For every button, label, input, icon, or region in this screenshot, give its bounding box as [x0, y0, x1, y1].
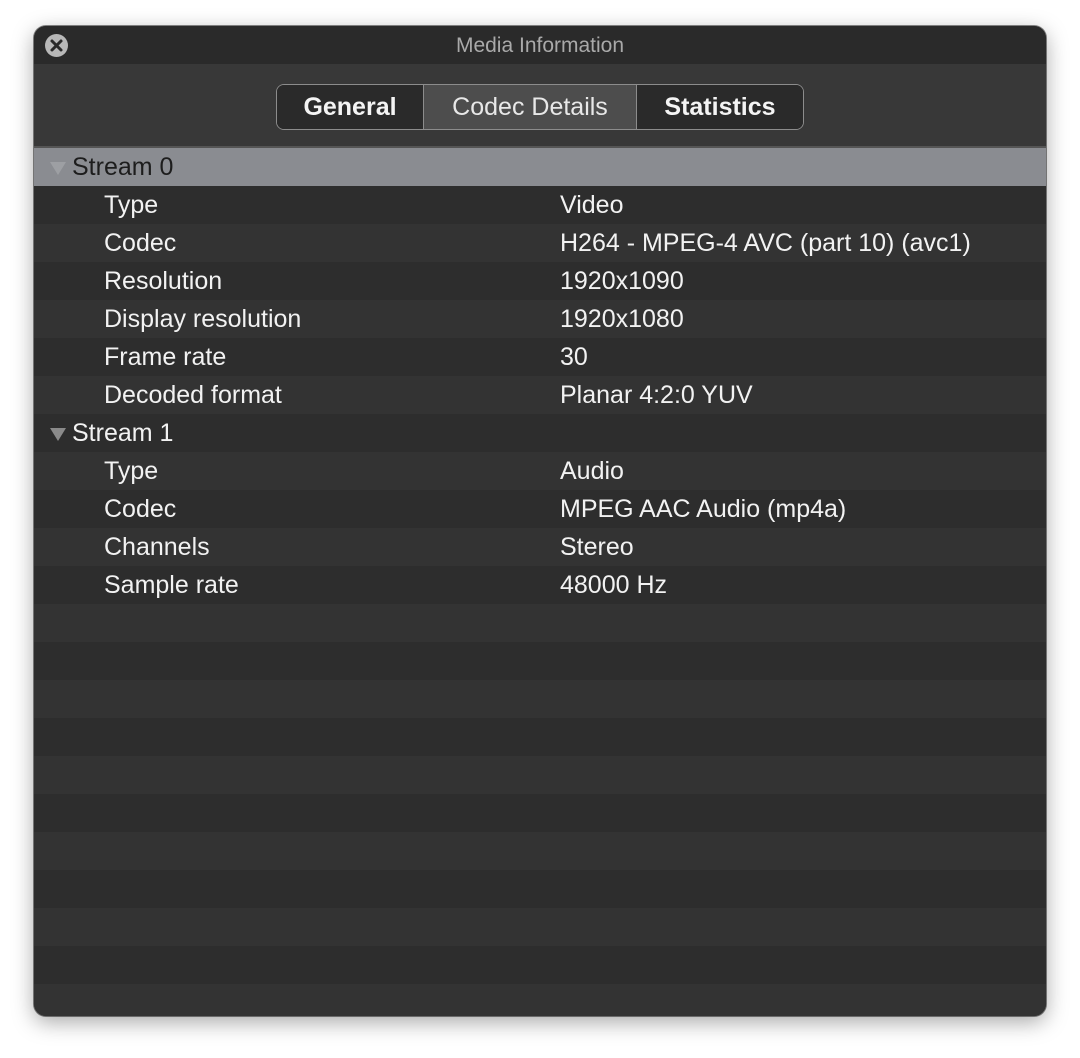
stream-label: Stream 0	[72, 153, 174, 181]
property-key: Display resolution	[104, 305, 302, 333]
stream-row-0[interactable]: Stream 0	[34, 148, 1046, 186]
property-key: Type	[104, 457, 159, 485]
property-row[interactable]: Type Video	[34, 186, 1046, 224]
tab-statistics[interactable]: Statistics	[637, 85, 803, 129]
property-value: Planar 4:2:0 YUV	[560, 381, 753, 409]
property-key: Frame rate	[104, 343, 227, 371]
property-row[interactable]: Frame rate 30	[34, 338, 1046, 376]
property-value: Video	[560, 191, 624, 219]
property-value: 1920x1080	[560, 305, 684, 333]
property-key: Sample rate	[104, 571, 239, 599]
property-value: MPEG AAC Audio (mp4a)	[560, 495, 847, 523]
stream-label: Stream 1	[72, 419, 174, 447]
property-row[interactable]: Display resolution 1920x1080	[34, 300, 1046, 338]
property-value: Stereo	[560, 533, 634, 561]
property-value: H264 - MPEG-4 AVC (part 10) (avc1)	[560, 229, 971, 257]
codec-details-outline: Stream 0 Type Video Codec H264 - MPEG-4 …	[34, 148, 1046, 1016]
disclosure-triangle-down-icon[interactable]	[50, 428, 66, 441]
property-row[interactable]: Channels Stereo	[34, 528, 1046, 566]
property-value: 30	[560, 343, 588, 371]
tab-codec-details[interactable]: Codec Details	[423, 85, 637, 129]
media-information-window: Media Information General Codec Details …	[34, 26, 1046, 1016]
close-icon	[50, 39, 63, 52]
property-row[interactable]: Decoded format Planar 4:2:0 YUV	[34, 376, 1046, 414]
property-row[interactable]: Codec MPEG AAC Audio (mp4a)	[34, 490, 1046, 528]
property-key: Type	[104, 191, 159, 219]
property-value: Audio	[560, 457, 624, 485]
property-row[interactable]: Codec H264 - MPEG-4 AVC (part 10) (avc1)	[34, 224, 1046, 262]
property-key: Decoded format	[104, 381, 282, 409]
close-button[interactable]	[45, 34, 68, 57]
property-row[interactable]: Type Audio	[34, 452, 1046, 490]
property-key: Channels	[104, 533, 210, 561]
property-key: Codec	[104, 495, 177, 523]
property-value: 48000 Hz	[560, 571, 668, 599]
property-value: 1920x1090	[560, 267, 684, 295]
property-key: Resolution	[104, 267, 223, 295]
disclosure-triangle-down-icon[interactable]	[50, 162, 66, 175]
window-title: Media Information	[455, 34, 625, 57]
tab-segmented-control: General Codec Details Statistics	[276, 84, 804, 130]
property-row[interactable]: Resolution 1920x1090	[34, 262, 1046, 300]
tab-general[interactable]: General	[277, 85, 423, 129]
property-key: Codec	[104, 229, 177, 257]
stream-row-1[interactable]: Stream 1	[34, 414, 1046, 452]
property-row[interactable]: Sample rate 48000 Hz	[34, 566, 1046, 604]
toolbar: General Codec Details Statistics	[34, 64, 1046, 148]
title-bar: Media Information	[34, 26, 1046, 64]
